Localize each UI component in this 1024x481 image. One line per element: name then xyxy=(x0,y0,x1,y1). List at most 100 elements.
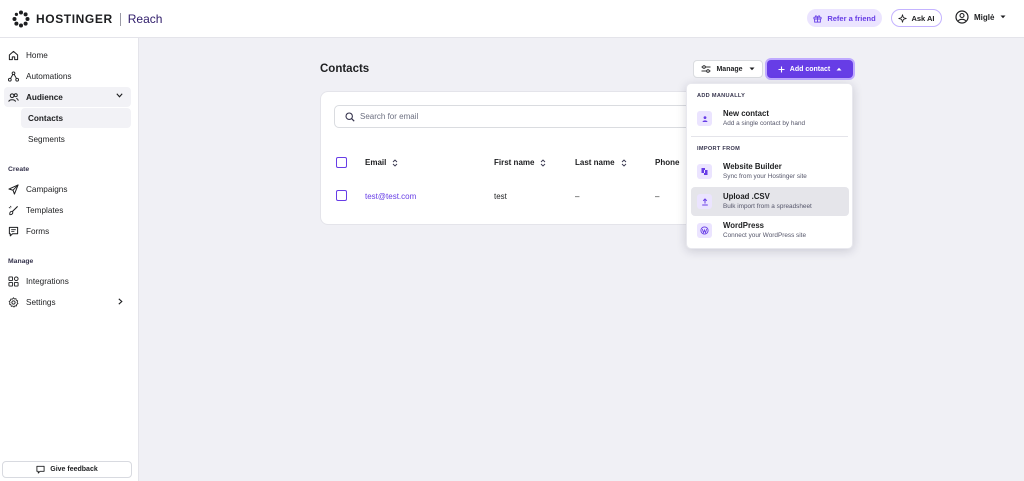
brush-icon xyxy=(8,205,19,215)
caret-down-icon xyxy=(1000,15,1006,19)
column-header-email[interactable]: Email xyxy=(365,158,398,167)
sort-icon xyxy=(393,158,398,167)
sidebar-item-segments[interactable]: Segments xyxy=(21,129,131,149)
add-contact-button[interactable]: Add contact xyxy=(767,60,853,78)
sidebar-item-label: Home xyxy=(26,50,48,60)
sidebar-item-campaigns[interactable]: Campaigns xyxy=(0,179,139,199)
user-avatar-icon xyxy=(955,10,969,24)
dropdown-item-description: Bulk import from a spreadsheet xyxy=(723,203,812,210)
ask-ai-label: Ask AI xyxy=(911,13,935,23)
sidebar-item-templates[interactable]: Templates xyxy=(0,200,139,220)
sidebar-item-label: Automations xyxy=(26,71,72,81)
select-all-checkbox[interactable] xyxy=(336,157,347,168)
brand-name: HOSTINGER xyxy=(36,12,113,26)
sidebar-item-contacts[interactable]: Contacts xyxy=(21,108,131,128)
sidebar-item-automations[interactable]: Automations xyxy=(0,66,139,86)
sidebar-item-label: Segments xyxy=(28,134,65,144)
refer-friend-label: Refer a friend xyxy=(827,13,876,23)
give-feedback-label: Give feedback xyxy=(50,466,98,473)
person-icon xyxy=(697,111,712,126)
column-header-label: Email xyxy=(365,158,387,167)
add-contact-dropdown: ADD MANUALLY New contact Add a single co… xyxy=(686,83,853,249)
column-header-first-name[interactable]: First name xyxy=(494,158,546,167)
hostinger-logo[interactable]: HOSTINGER Reach xyxy=(12,10,162,28)
add-contact-label: Add contact xyxy=(789,65,831,73)
sidebar-section-manage: Manage xyxy=(8,258,34,265)
upload-icon xyxy=(697,194,712,209)
sidebar-item-label: Contacts xyxy=(28,113,64,123)
refer-friend-button[interactable]: Refer a friend xyxy=(807,9,882,27)
integrations-icon xyxy=(8,275,19,287)
dropdown-item-title: Upload .CSV xyxy=(723,192,770,201)
caret-down-icon xyxy=(749,67,755,71)
user-menu[interactable]: Miglė xyxy=(955,10,1006,24)
search-icon xyxy=(345,111,355,122)
give-feedback-button[interactable]: Give feedback xyxy=(2,461,132,478)
dropdown-divider xyxy=(691,136,848,137)
chevron-down-icon xyxy=(116,93,123,98)
dropdown-item-description: Add a single contact by hand xyxy=(723,120,806,127)
contact-last-name: – xyxy=(575,192,580,201)
dropdown-item-description: Sync from your Hostinger site xyxy=(723,173,807,180)
automation-icon xyxy=(8,70,19,82)
dropdown-item-new-contact[interactable]: New contact Add a single contact by hand xyxy=(691,104,849,133)
sidebar-item-label: Settings xyxy=(26,297,56,307)
gift-icon xyxy=(813,14,822,23)
sliders-icon xyxy=(701,65,711,73)
sidebar-item-label: Campaigns xyxy=(26,184,68,194)
column-header-last-name[interactable]: Last name xyxy=(575,158,627,167)
dropdown-section-add-manually: ADD MANUALLY xyxy=(697,93,746,99)
contact-email-link[interactable]: test@test.com xyxy=(365,192,416,201)
chevron-right-icon xyxy=(118,298,123,305)
sidebar: Home Automations Audience Contacts Segme… xyxy=(0,38,139,481)
dropdown-section-import-from: IMPORT FROM xyxy=(697,146,741,152)
plus-icon xyxy=(778,66,785,72)
home-icon xyxy=(8,50,19,60)
user-name: Miglė xyxy=(974,12,995,22)
gear-icon xyxy=(8,296,19,307)
dropdown-item-website-builder[interactable]: Website Builder Sync from your Hostinger… xyxy=(691,157,849,186)
column-header-label: First name xyxy=(494,158,535,167)
chat-icon xyxy=(36,465,45,474)
manage-label: Manage xyxy=(716,65,743,73)
brand-separator xyxy=(119,12,121,26)
sidebar-item-forms[interactable]: Forms xyxy=(0,221,139,241)
sidebar-item-label: Audience xyxy=(26,92,63,102)
sidebar-item-label: Integrations xyxy=(26,276,69,286)
ask-ai-button[interactable]: Ask AI xyxy=(891,9,942,27)
column-header-label: Last name xyxy=(575,158,615,167)
product-name: Reach xyxy=(127,12,163,26)
form-icon xyxy=(8,226,19,236)
sparkle-icon xyxy=(898,13,908,23)
sidebar-item-settings[interactable]: Settings xyxy=(0,292,139,312)
website-builder-icon xyxy=(697,164,712,179)
search-input[interactable] xyxy=(360,112,660,121)
dropdown-item-title: New contact xyxy=(723,109,769,118)
dropdown-item-title: WordPress xyxy=(723,221,765,230)
top-header: HOSTINGER Reach Refer a friend Ask AI Mi… xyxy=(0,0,1024,38)
dropdown-item-description: Connect your WordPress site xyxy=(723,232,806,239)
dropdown-item-title: Website Builder xyxy=(723,162,782,171)
sidebar-item-label: Templates xyxy=(26,205,64,215)
wordpress-icon xyxy=(697,223,712,238)
sort-icon xyxy=(621,158,626,167)
sidebar-item-label: Forms xyxy=(26,226,50,236)
contact-phone: – xyxy=(655,192,660,201)
caret-up-icon xyxy=(836,67,842,71)
sidebar-item-audience[interactable]: Audience xyxy=(4,87,131,107)
column-header-label: Phone xyxy=(655,158,680,167)
send-icon xyxy=(8,183,19,195)
sidebar-section-create: Create xyxy=(8,166,30,173)
page-title: Contacts xyxy=(320,63,370,75)
sidebar-item-home[interactable]: Home xyxy=(0,45,139,65)
contact-first-name: test xyxy=(494,192,507,201)
manage-button[interactable]: Manage xyxy=(693,60,763,78)
row-checkbox[interactable] xyxy=(336,190,347,201)
users-icon xyxy=(8,92,19,102)
sort-icon xyxy=(541,158,546,167)
dropdown-item-upload-csv[interactable]: Upload .CSV Bulk import from a spreadshe… xyxy=(691,187,849,216)
dropdown-item-wordpress[interactable]: WordPress Connect your WordPress site xyxy=(691,216,849,245)
hostinger-logo-icon xyxy=(12,10,30,28)
column-header-phone[interactable]: Phone xyxy=(655,158,679,167)
sidebar-item-integrations[interactable]: Integrations xyxy=(0,271,139,291)
